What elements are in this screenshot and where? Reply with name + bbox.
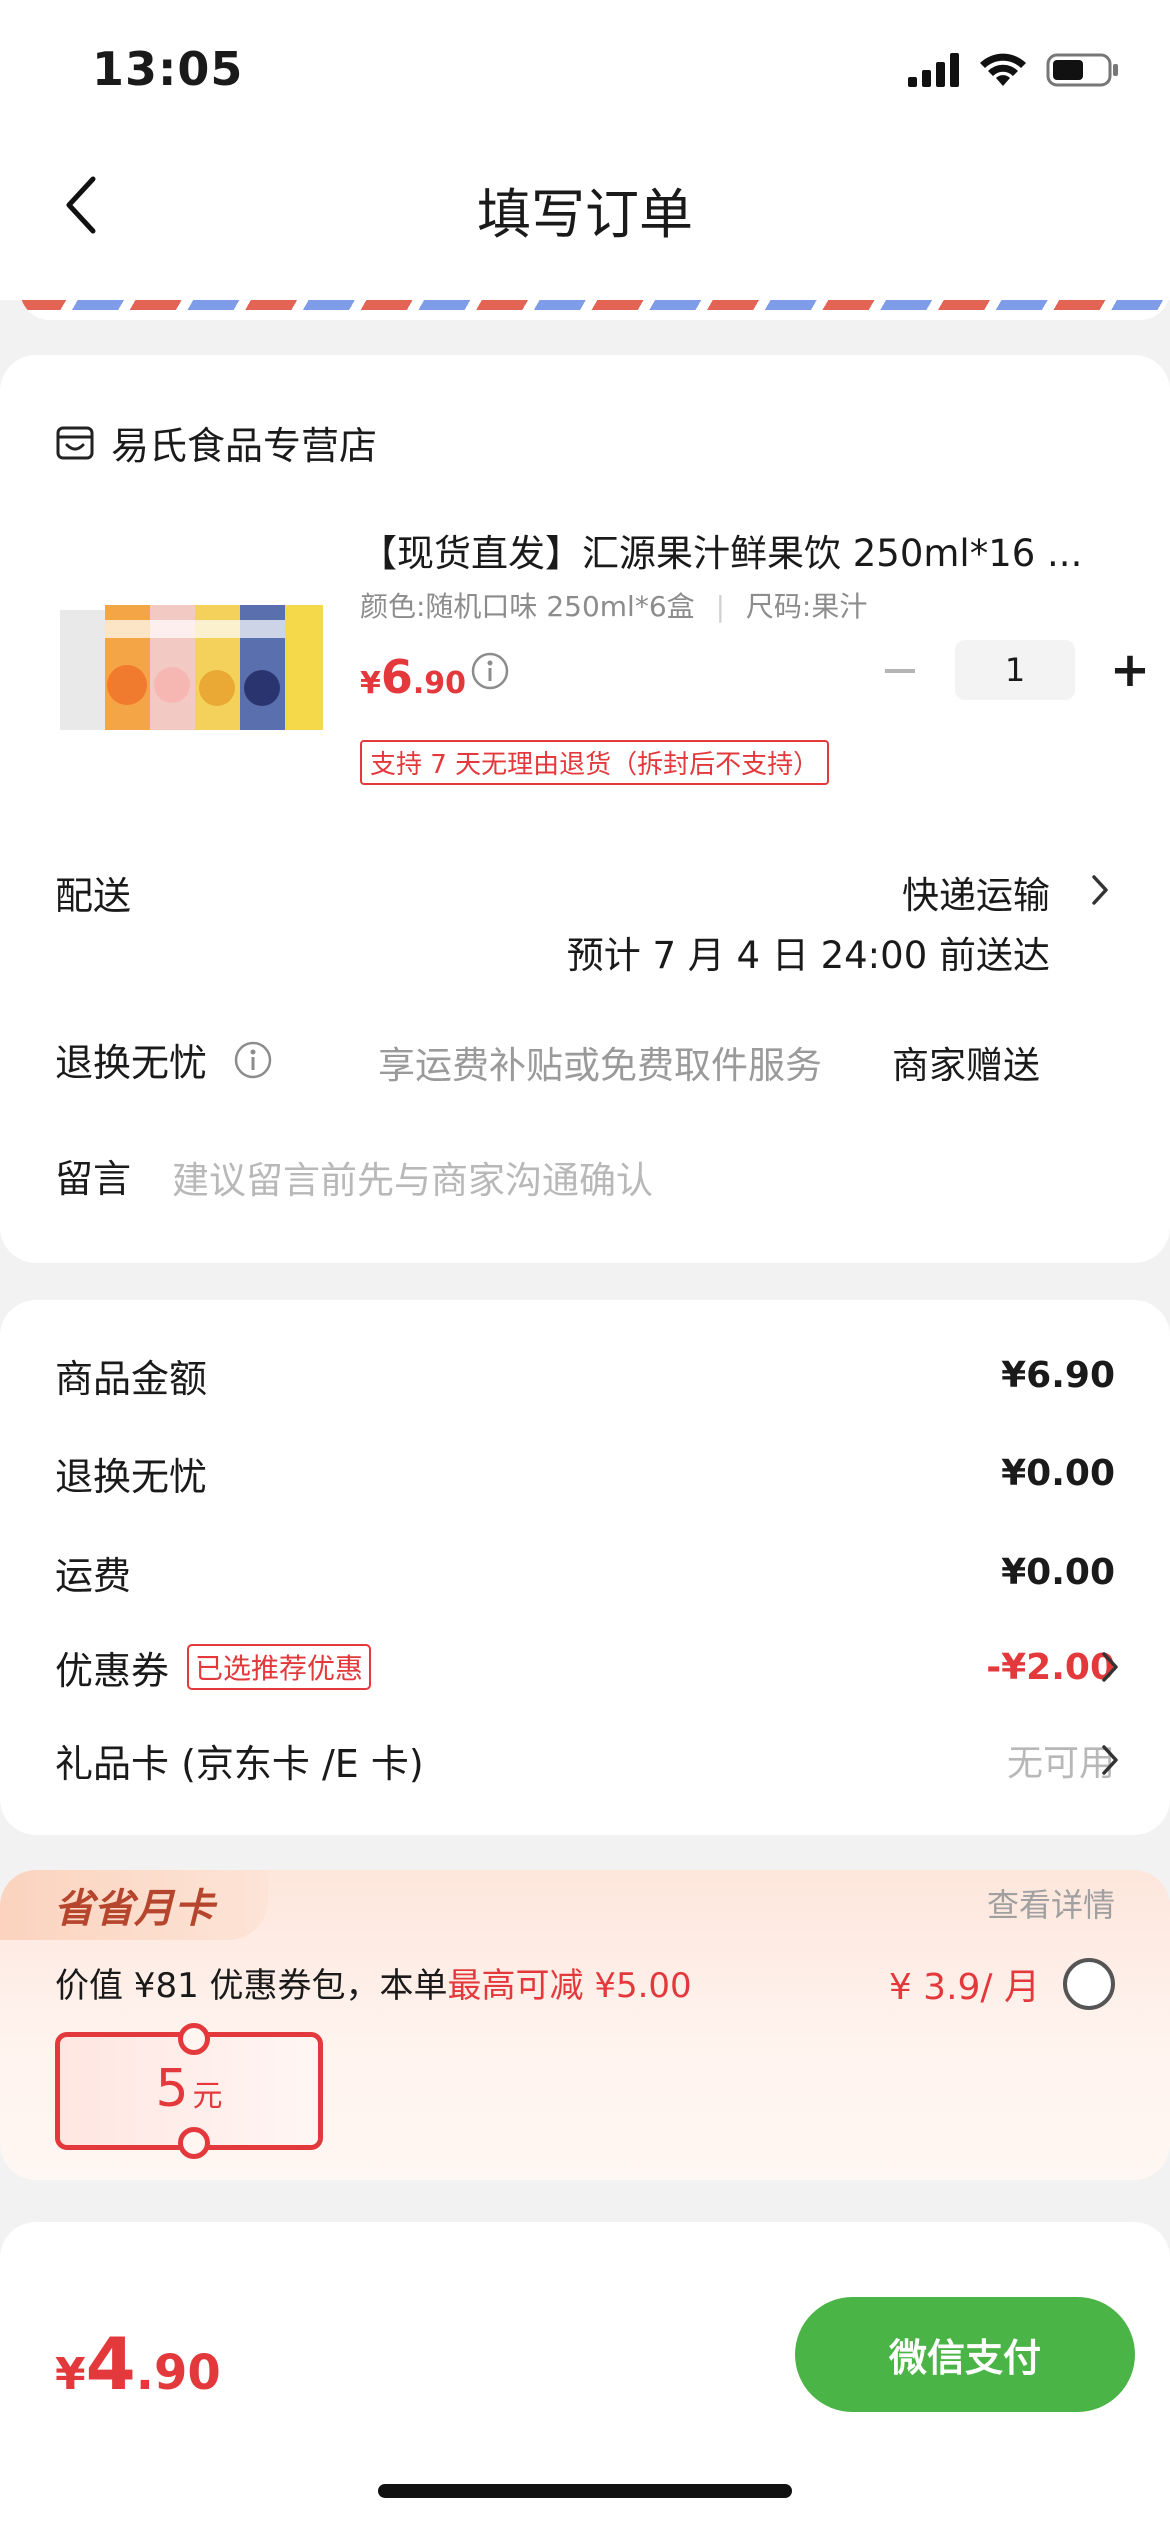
coupon-value: -¥2.00: [986, 1646, 1115, 1688]
delivery-eta: 预计 7 月 4 日 24:00 前送达: [566, 934, 1050, 977]
member-price: ¥ 3.9/ 月: [888, 1967, 1040, 2008]
quantity-value[interactable]: 1: [955, 640, 1075, 700]
quantity-stepper: − 1 +: [870, 640, 1160, 700]
chevron-right-icon: [1102, 1652, 1118, 1682]
giftcard-row[interactable]: 礼品卡 (京东卡 /E 卡) 无可用: [55, 1730, 1118, 1790]
giftcard-label: 礼品卡 (京东卡 /E 卡): [55, 1741, 424, 1786]
member-desc: 价值 ¥81 优惠券包，本单最高可减 ¥5.00: [55, 1966, 692, 2006]
chevron-right-icon: [1102, 1745, 1118, 1775]
decrease-button[interactable]: −: [870, 640, 930, 700]
status-bar: 13:05: [0, 0, 1170, 140]
wifi-icon: [980, 53, 1026, 86]
exchange-label: 退换无忧: [55, 1041, 208, 1085]
summary-card: 商品金额 ¥6.90 退换无忧 ¥0.00 运费 ¥0.00 优惠券 已选推荐优…: [0, 1300, 1170, 1835]
product-title[interactable]: 【现货直发】汇源果汁鲜果饮 250ml*16 ...: [360, 523, 1110, 577]
member-card-radio[interactable]: [1063, 1958, 1115, 2010]
coupon-tag: 已选推荐优惠: [187, 1644, 372, 1690]
total-price: ¥ 4 .90: [55, 2322, 221, 2406]
chevron-right-icon[interactable]: [1090, 873, 1110, 907]
member-detail-link[interactable]: 查看详情: [987, 1880, 1115, 1926]
exchange-row: 退换无忧: [55, 1032, 273, 1087]
price-info-icon[interactable]: [470, 651, 510, 691]
member-badge: 省省月卡: [0, 1870, 268, 1940]
wechat-pay-button[interactable]: 微信支付: [795, 2297, 1135, 2412]
info-icon[interactable]: [233, 1040, 273, 1080]
member-card-promo: 省省月卡 查看详情 价值 ¥81 优惠券包，本单最高可减 ¥5.00 ¥ 3.9…: [0, 1870, 1170, 2180]
coupon-label: 优惠券: [55, 1648, 170, 1693]
summary-row: 商品金额 ¥6.90: [55, 1354, 1115, 1401]
coupon-row[interactable]: 优惠券 已选推荐优惠 -¥2.00: [55, 1637, 1118, 1697]
home-indicator[interactable]: [378, 2484, 792, 2498]
message-label: 留言: [55, 1157, 132, 1201]
exchange-value: 商家赠送: [892, 1044, 1040, 1087]
giftcard-value: 无可用: [1006, 1743, 1115, 1784]
page-title: 填写订单: [477, 183, 693, 246]
signal-icon: [908, 53, 959, 87]
store-name: 易氏食品专营店: [111, 424, 378, 468]
store-row[interactable]: 易氏食品专营店: [55, 415, 377, 470]
return-policy-tag: 支持 7 天无理由退货（拆封后不支持）: [360, 740, 830, 785]
spec-size: 尺码:果汁: [745, 590, 868, 623]
delivery-label: 配送: [55, 874, 132, 918]
delivery-method[interactable]: 快递运输: [902, 865, 1050, 919]
increase-button[interactable]: +: [1100, 640, 1160, 700]
product-spec[interactable]: 颜色:随机口味 250ml*6盒 | 尺码:果汁: [360, 585, 867, 625]
status-time: 13:05: [92, 42, 244, 96]
store-icon: [56, 426, 94, 459]
order-card: 易氏食品专营店 【现货直发】汇源果汁鲜果饮 250ml*16 ... 颜色:随机…: [0, 355, 1170, 1263]
battery-icon: [1046, 53, 1118, 87]
status-icons: [908, 52, 1120, 88]
summary-row: 运费 ¥0.00: [55, 1551, 1115, 1598]
summary-row: 退换无忧 ¥0.00: [55, 1452, 1115, 1499]
airmail-stripe: [20, 300, 1170, 310]
message-input[interactable]: 建议留言前先与商家沟通确认: [172, 1150, 653, 1204]
product-image[interactable]: [55, 600, 325, 745]
spec-color: 颜色:随机口味 250ml*6盒: [360, 590, 695, 623]
voucher-coupon: 5 元: [55, 2023, 323, 2159]
exchange-desc: 享运费补贴或免费取件服务: [378, 1044, 822, 1087]
product-price: ¥ 6 .90: [360, 650, 467, 704]
address-card[interactable]: [20, 260, 1170, 320]
